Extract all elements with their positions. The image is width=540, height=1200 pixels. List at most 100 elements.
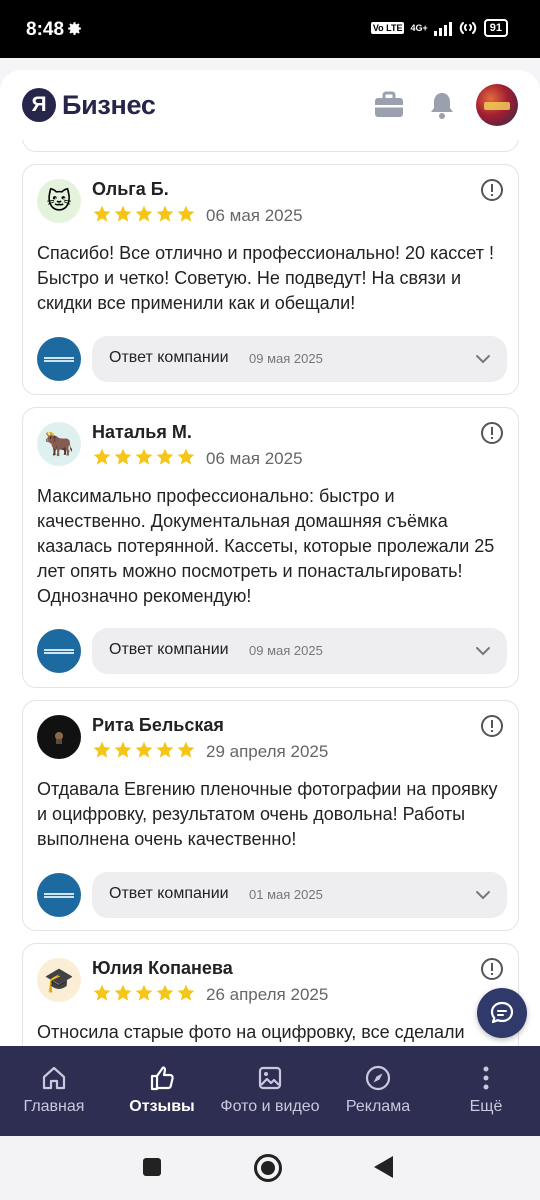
home-icon xyxy=(42,1066,66,1090)
company-reply-toggle[interactable]: Ответ компании 09 мая 2025 xyxy=(92,336,507,382)
nav-photo-video[interactable]: Фото и видео xyxy=(216,1046,324,1136)
reviewer-name: Юлия Копанева xyxy=(92,958,233,978)
nav-label: Главная xyxy=(23,1098,85,1115)
reply-label: Ответ компании xyxy=(109,641,229,658)
rating-stars xyxy=(92,447,196,467)
reviews-feed: 🐱 Ольга Б. 06 мая 2025 Спасибо! Все отли… xyxy=(0,140,540,1046)
company-reply-toggle[interactable]: Ответ компании 01 мая 2025 xyxy=(92,872,507,918)
reviewer-avatar xyxy=(37,715,81,759)
star-icon xyxy=(177,741,195,758)
company-logo xyxy=(37,337,81,381)
company-logo xyxy=(37,629,81,673)
back-button[interactable] xyxy=(374,1156,393,1178)
home-button[interactable] xyxy=(254,1154,282,1182)
review-card: 🐂 Наталья М. 06 мая 2025 Максимально про… xyxy=(22,407,519,688)
reply-date: 09 мая 2025 xyxy=(249,643,323,658)
star-icon xyxy=(114,741,132,758)
star-icon xyxy=(93,448,111,465)
review-text: Спасибо! Все отлично и профессионально! … xyxy=(37,243,494,313)
star-icon xyxy=(177,205,195,222)
reviewer-name: Наталья М. xyxy=(92,422,192,442)
yandex-business-logo[interactable]: Я Бизнес xyxy=(22,88,156,122)
rating-stars xyxy=(92,204,196,224)
review-text: Максимально профессионально: быстро и ка… xyxy=(37,486,495,606)
star-icon xyxy=(156,448,174,465)
nav-advertising[interactable]: Реклама xyxy=(324,1046,432,1136)
reply-date: 09 мая 2025 xyxy=(249,351,323,366)
cat-avatar-icon: 🐱 xyxy=(46,187,72,215)
star-icon xyxy=(114,984,132,1001)
company-reply-toggle[interactable]: Ответ компании 09 мая 2025 xyxy=(92,628,507,674)
reviewer-name: Ольга Б. xyxy=(92,179,169,199)
review-card: Рита Бельская 29 апреля 2025 Отдавала Ев… xyxy=(22,700,519,931)
review-date: 06 мая 2025 xyxy=(206,206,303,225)
app-header: Я Бизнес xyxy=(0,70,540,140)
status-time: 8:48 xyxy=(26,19,65,40)
reply-label: Ответ компании xyxy=(109,349,229,366)
reply-label: Ответ компании xyxy=(109,885,229,902)
status-indicators: Vo LTE 4G+ 91 xyxy=(370,19,508,37)
star-icon xyxy=(156,205,174,222)
user-avatar[interactable] xyxy=(476,84,518,126)
logo-text: Бизнес xyxy=(62,89,156,120)
report-icon[interactable] xyxy=(480,714,504,738)
chevron-down-icon xyxy=(476,355,490,364)
volte-badge: Vo LTE xyxy=(370,22,405,34)
chat-button[interactable] xyxy=(477,988,527,1038)
chevron-down-icon xyxy=(476,891,490,900)
nav-home[interactable]: Главная xyxy=(0,1046,108,1136)
nav-label: Отзывы xyxy=(129,1098,195,1115)
reviewer-avatar: 🐂 xyxy=(37,422,81,466)
graduation-cap-icon: 🎓 xyxy=(44,966,74,994)
reply-date: 01 мая 2025 xyxy=(249,887,323,902)
review-card: 🐱 Ольга Б. 06 мая 2025 Спасибо! Все отли… xyxy=(22,164,519,395)
status-bar: 8:48 Vo LTE 4G+ 91 xyxy=(0,0,540,58)
bell-icon[interactable] xyxy=(426,90,458,120)
network-type: 4G+ xyxy=(410,23,428,33)
star-icon xyxy=(156,984,174,1001)
nav-reviews[interactable]: Отзывы xyxy=(108,1046,216,1136)
previous-review-card xyxy=(22,140,519,152)
yak-avatar-icon: 🐂 xyxy=(44,430,74,458)
report-icon[interactable] xyxy=(480,957,504,981)
battery-indicator: 91 xyxy=(483,19,508,37)
star-icon xyxy=(135,741,153,758)
reviewer-avatar: 🐱 xyxy=(37,179,81,223)
reviewer-avatar: 🎓 xyxy=(37,958,81,1002)
review-text: Относила старые фото на оцифровку, все с… xyxy=(37,1022,465,1042)
review-card: 🎓 Юлия Копанева 26 апреля 2025 Относила … xyxy=(22,943,519,1046)
hotspot-icon xyxy=(459,22,476,34)
company-reply-row: Ответ компании 09 мая 2025 xyxy=(37,628,507,674)
star-icon xyxy=(135,205,153,222)
review-date: 29 апреля 2025 xyxy=(206,742,329,761)
briefcase-icon[interactable] xyxy=(373,90,405,120)
star-icon xyxy=(114,205,132,222)
report-icon[interactable] xyxy=(480,421,504,445)
company-logo xyxy=(37,873,81,917)
nav-label: Фото и видео xyxy=(220,1098,320,1115)
yandex-logo-mark: Я xyxy=(22,88,56,122)
star-icon xyxy=(93,205,111,222)
system-navigation-bar xyxy=(0,1136,540,1200)
star-icon xyxy=(177,448,195,465)
rating-stars xyxy=(92,983,196,1003)
nav-label: Реклама xyxy=(345,1098,411,1115)
company-reply-row: Ответ компании 09 мая 2025 xyxy=(37,336,507,382)
star-icon xyxy=(93,984,111,1001)
report-icon[interactable] xyxy=(480,178,504,202)
star-icon xyxy=(135,448,153,465)
review-text: Отдавала Евгению пленочные фотографии на… xyxy=(37,779,498,849)
screen: 8:48 Vo LTE 4G+ 91 Я Бизнес 🐱 Ольга Б. 0… xyxy=(0,0,540,1200)
nav-more[interactable]: Ещё xyxy=(432,1046,540,1136)
chat-icon xyxy=(490,1001,514,1024)
rating-stars xyxy=(92,740,196,760)
signal-icon xyxy=(433,20,452,36)
star-icon xyxy=(93,741,111,758)
image-icon xyxy=(258,1066,282,1090)
photo-avatar-icon xyxy=(55,732,63,744)
recent-apps-button[interactable] xyxy=(143,1158,161,1176)
nav-label: Ещё xyxy=(469,1098,503,1115)
company-reply-row: Ответ компании 01 мая 2025 xyxy=(37,872,507,918)
reviewer-name: Рита Бельская xyxy=(92,715,224,735)
chevron-down-icon xyxy=(476,647,490,656)
